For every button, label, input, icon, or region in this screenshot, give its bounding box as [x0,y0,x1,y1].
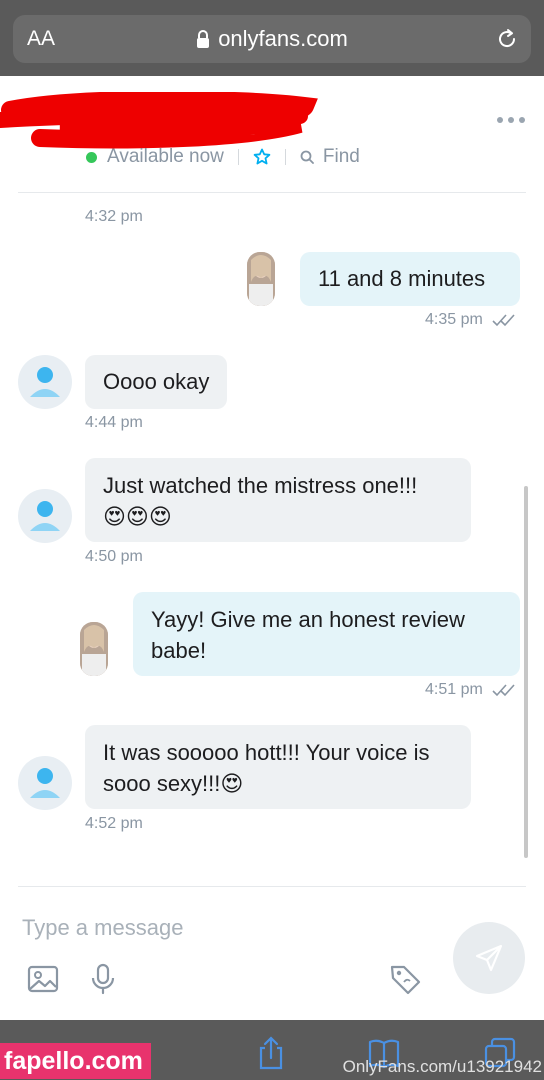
message-time: 4:35 pm [425,311,483,328]
star-icon[interactable] [253,148,271,166]
url-text: onlyfans.com [218,26,348,51]
outgoing-message[interactable]: Yayy! Give me an honest review babe! [133,592,520,676]
message-time: 4:52 pm [85,815,143,832]
message-time: 4:51 pm [425,681,483,698]
incoming-message[interactable]: It was sooooo hott!!! Your voice is sooo… [85,725,471,809]
message-time: 4:50 pm [85,548,143,565]
search-icon [300,150,314,164]
sender-photo[interactable] [247,252,275,306]
message-time: 4:32 pm [85,208,143,225]
user-avatar-icon [30,501,60,531]
watermark-right: OnlyFans.com/u13921942 [342,1057,542,1076]
image-icon[interactable] [26,962,60,996]
message-emoji: 😍😍😍 [103,504,172,529]
reload-icon[interactable] [495,27,519,51]
message-input[interactable] [22,910,432,946]
lock-icon [197,30,210,48]
header-divider [18,192,526,193]
send-icon [475,944,503,972]
message-time: 4:44 pm [85,414,143,431]
online-status-dot [86,151,97,163]
find-button[interactable]: Find [323,146,360,168]
scrollbar[interactable] [524,486,528,858]
divider [284,149,286,165]
sender-photo[interactable] [80,622,108,676]
composer-divider [18,886,526,887]
avatar[interactable] [18,756,72,810]
send-button[interactable] [453,922,525,994]
url-display[interactable]: onlyfans.com [13,26,531,52]
double-check-icon [492,314,515,327]
incoming-message[interactable]: Oooo okay [85,355,228,409]
address-bar[interactable]: AA onlyfans.com [13,15,531,63]
divider [237,149,239,165]
browser-top-bar: AA onlyfans.com [0,0,544,76]
outgoing-message[interactable]: 11 and 8 minutes [300,252,520,306]
price-tag-icon[interactable] [388,962,422,996]
watermark-left: fapello.com [0,1043,151,1079]
more-icon[interactable] [496,113,526,127]
message-text: Just watched the mistress one!!! [103,473,418,498]
double-check-icon [492,684,515,697]
mic-icon[interactable] [86,962,120,996]
user-avatar-icon [30,367,60,397]
user-avatar-icon [30,768,60,798]
avatar[interactable] [18,355,72,409]
avatar[interactable] [18,489,72,543]
chat-header-info: Available now Find [86,144,360,170]
incoming-message[interactable]: Just watched the mistress one!!! 😍😍😍 [85,458,471,542]
share-icon[interactable] [255,1036,287,1070]
status-text: Available now [107,146,224,167]
